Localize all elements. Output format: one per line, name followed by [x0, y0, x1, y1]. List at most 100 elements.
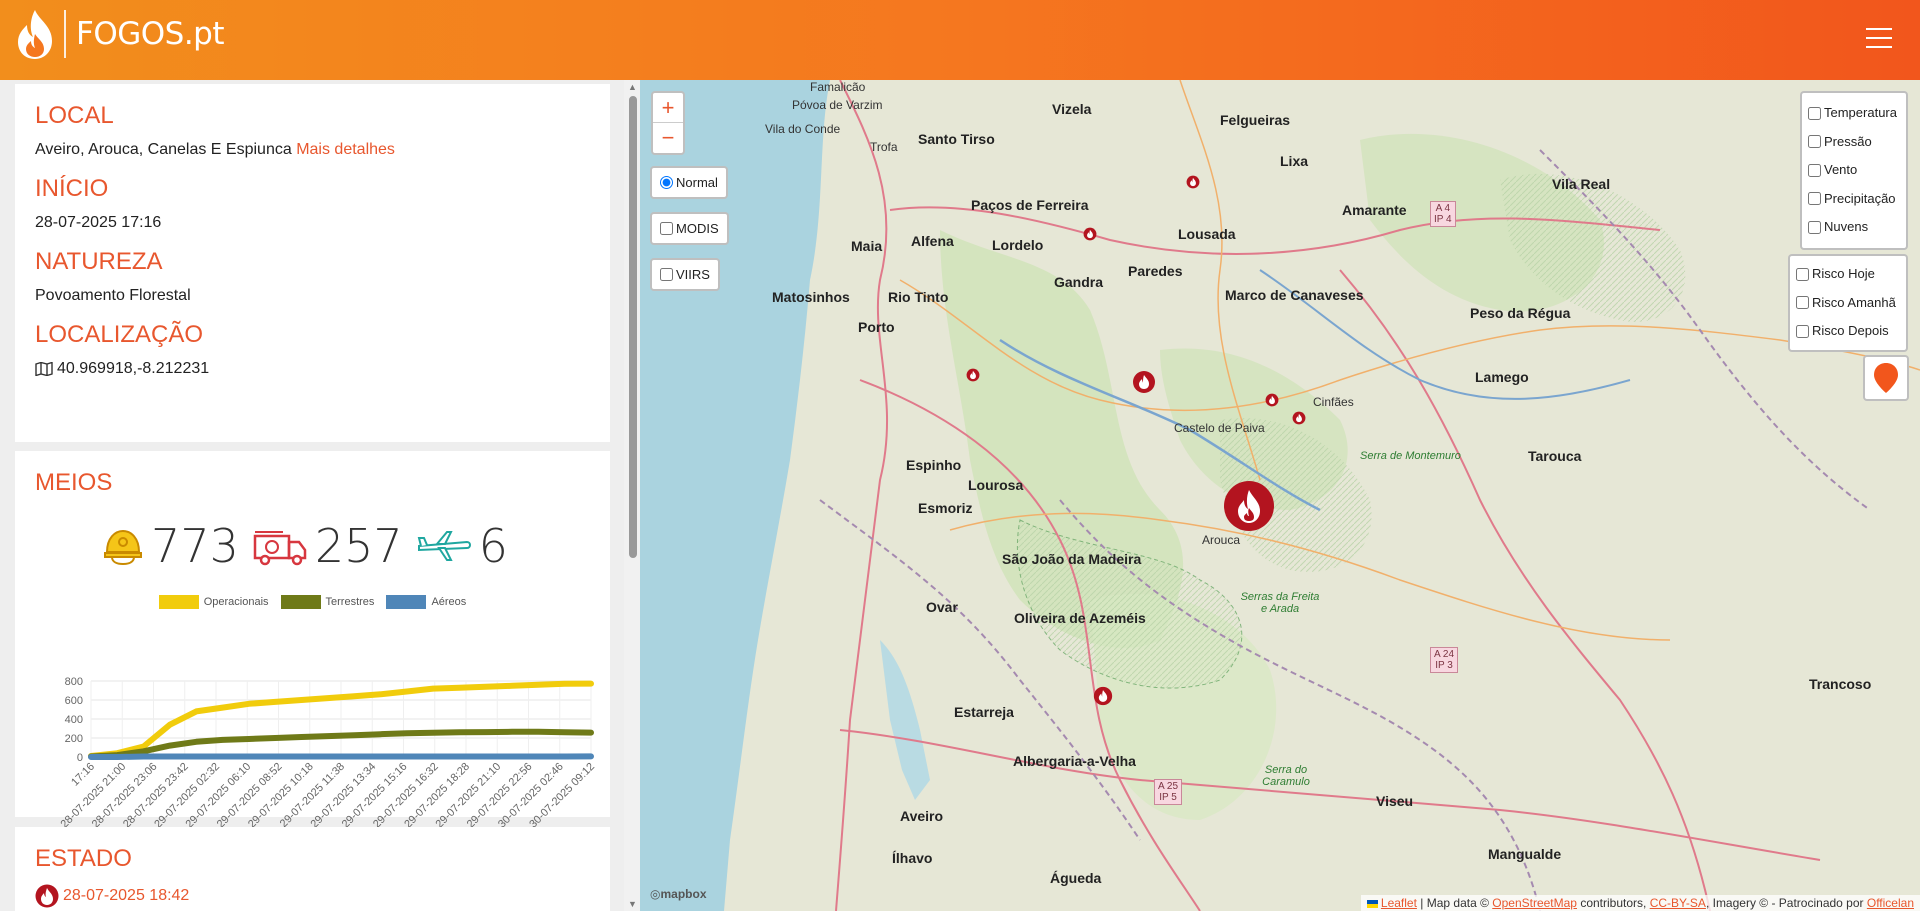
- map-label: Serra do Caramulo: [1262, 764, 1310, 788]
- map-label: Lordelo: [992, 237, 1044, 253]
- risk-amanha[interactable]: Risco Amanhã: [1796, 289, 1902, 318]
- risk-depois[interactable]: Risco Depois: [1796, 317, 1902, 346]
- layer-viirs-control: VIIRS: [650, 258, 720, 291]
- fire-marker-icon[interactable]: [1093, 686, 1113, 706]
- map-label: Alfena: [911, 233, 954, 249]
- risco-amanha-label: Risco Amanhã: [1812, 294, 1896, 310]
- y-tick-label: 600: [65, 695, 83, 707]
- map-label: Trancoso: [1809, 676, 1872, 692]
- estado-heading: ESTADO: [35, 845, 132, 872]
- pressao-checkbox[interactable]: [1808, 135, 1821, 149]
- map-label: Porto: [858, 319, 895, 335]
- layer-viirs-option[interactable]: VIIRS: [660, 267, 710, 282]
- zoom-out-button[interactable]: −: [653, 123, 683, 153]
- layer-normal-option[interactable]: Normal: [660, 175, 718, 190]
- scroll-up-icon[interactable]: ▲: [628, 82, 637, 92]
- map-label: Águeda: [1050, 870, 1102, 886]
- map-label: Vila do Conde: [765, 122, 841, 136]
- risk-hoje[interactable]: Risco Hoje: [1796, 260, 1902, 289]
- layer-modis-option[interactable]: MODIS: [660, 221, 719, 236]
- incident-info-card: LOCAL Aveiro, Arouca, Canelas E Espiunca…: [15, 84, 610, 442]
- map-label: Ílhavo: [892, 850, 933, 866]
- weather-vento[interactable]: Vento: [1808, 156, 1902, 185]
- precipitacao-label: Precipitação: [1824, 190, 1896, 206]
- fire-map[interactable]: Famalicão Póvoa de Varzim Vila do Conde …: [640, 80, 1920, 911]
- hamburger-menu-icon[interactable]: [1866, 28, 1892, 50]
- map-label: Tarouca: [1528, 448, 1582, 464]
- fire-marker-icon[interactable]: [1265, 393, 1279, 407]
- map-label: Paredes: [1128, 263, 1183, 279]
- map-label: Matosinhos: [772, 289, 850, 305]
- layer-modis-checkbox[interactable]: [660, 222, 673, 235]
- map-label: Aveiro: [900, 808, 944, 824]
- osm-link[interactable]: OpenStreetMap: [1492, 896, 1577, 910]
- layer-viirs-label: VIIRS: [676, 267, 710, 282]
- ukraine-flag-icon: [1366, 899, 1378, 908]
- map-label: Santo Tirso: [918, 131, 995, 147]
- fire-marker-icon[interactable]: [1132, 370, 1156, 394]
- active-fire-marker-icon[interactable]: [1223, 480, 1275, 532]
- inicio-heading: INÍCIO: [35, 175, 109, 202]
- aereos-count: 6: [478, 519, 508, 573]
- temperatura-checkbox[interactable]: [1808, 106, 1821, 120]
- legend-aereos[interactable]: Aéreos: [386, 595, 466, 609]
- map-label: Castelo de Paiva: [1174, 421, 1265, 435]
- weather-nuvens[interactable]: Nuvens: [1808, 213, 1902, 242]
- weather-layers-control: Temperatura Pressão Vento Precipitação N…: [1800, 91, 1908, 250]
- map-label: Lamego: [1475, 369, 1529, 385]
- fire-marker-icon[interactable]: [966, 368, 980, 382]
- vento-checkbox[interactable]: [1808, 163, 1821, 177]
- license-link[interactable]: CC-BY-SA: [1650, 896, 1706, 910]
- weather-precipitacao[interactable]: Precipitação: [1808, 185, 1902, 214]
- top-header: FOGOS.pt: [0, 0, 1920, 80]
- locate-control[interactable]: [1863, 355, 1909, 401]
- map-label: Marco de Canaveses: [1225, 287, 1364, 303]
- fogos-logo[interactable]: FOGOS.pt: [14, 8, 225, 60]
- nuvens-checkbox[interactable]: [1808, 220, 1821, 234]
- mapbox-circle-icon: ◎: [650, 887, 661, 901]
- risco-hoje-label: Risco Hoje: [1812, 266, 1875, 281]
- legend-operacionais[interactable]: Operacionais: [158, 595, 269, 609]
- layer-modis-control: MODIS: [650, 212, 729, 245]
- natureza-value: Povoamento Florestal: [35, 287, 191, 304]
- weather-temperatura[interactable]: Temperatura: [1808, 99, 1902, 128]
- layer-viirs-checkbox[interactable]: [660, 268, 673, 281]
- map-label: Estarreja: [954, 704, 1014, 720]
- local-text: Aveiro, Arouca, Canelas E Espiunca: [35, 141, 292, 158]
- sponsor-link[interactable]: Officelan: [1867, 896, 1914, 910]
- map-label: Esmoriz: [918, 500, 973, 516]
- meios-card: MEIOS 773 257 6 Operacionais Terrestres …: [15, 451, 610, 831]
- mapbox-text: mapbox: [660, 887, 707, 901]
- risco-hoje-checkbox[interactable]: [1796, 267, 1809, 281]
- details-link[interactable]: Mais detalhes: [296, 141, 395, 158]
- map-label: Famalicão: [810, 80, 866, 94]
- local-value: Aveiro, Arouca, Canelas E Espiunca Mais …: [35, 141, 590, 159]
- legend-terrestres[interactable]: Terrestres: [280, 595, 374, 609]
- sidebar-scrollbar[interactable]: ▲ ▼: [624, 80, 640, 911]
- fire-marker-icon[interactable]: [1083, 227, 1097, 241]
- layer-normal-radio[interactable]: [660, 176, 673, 189]
- risco-amanha-checkbox[interactable]: [1796, 296, 1809, 310]
- weather-pressao[interactable]: Pressão: [1808, 128, 1902, 157]
- scroll-down-icon[interactable]: ▼: [628, 899, 637, 909]
- precipitacao-checkbox[interactable]: [1808, 192, 1821, 206]
- estado-entry: 28-07-2025 18:42: [35, 884, 590, 908]
- attribution-text: , Imagery © - Patrocinado por: [1705, 896, 1867, 910]
- vento-label: Vento: [1824, 162, 1858, 177]
- location-pin-icon: [1874, 363, 1898, 393]
- map-attribution: Leaflet | Map data © OpenStreetMap contr…: [1360, 895, 1920, 911]
- leaflet-link[interactable]: Leaflet: [1381, 896, 1417, 910]
- scroll-thumb[interactable]: [629, 96, 637, 558]
- mapbox-logo[interactable]: ◎mapbox: [650, 887, 707, 901]
- risco-depois-checkbox[interactable]: [1796, 324, 1809, 338]
- zoom-in-button[interactable]: +: [653, 93, 683, 123]
- y-tick-label: 800: [65, 676, 83, 688]
- fire-status-icon: [35, 884, 59, 908]
- y-tick-label: 400: [65, 714, 83, 726]
- fire-marker-icon[interactable]: [1186, 175, 1200, 189]
- incident-sidebar: LOCAL Aveiro, Arouca, Canelas E Espiunca…: [0, 80, 640, 911]
- attribution-text: | Map data ©: [1416, 896, 1493, 910]
- map-label: Trofa: [870, 140, 898, 154]
- map-label: Rio Tinto: [888, 289, 949, 305]
- fire-marker-icon[interactable]: [1292, 411, 1306, 425]
